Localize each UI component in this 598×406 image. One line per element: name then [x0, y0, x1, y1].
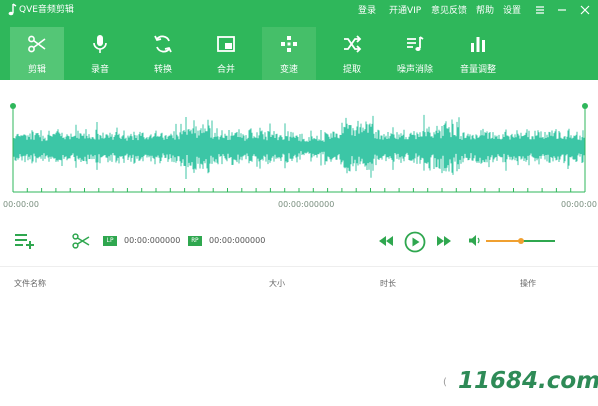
waveform-area[interactable]: 00:00:00 00:00:000000 00:00:00	[0, 80, 598, 220]
rp-time: 00:00:000000	[209, 236, 266, 245]
tool-noise-removal[interactable]: 噪声消除	[388, 27, 442, 80]
login-link[interactable]: 登录	[358, 5, 376, 17]
tool-label: 剪辑	[27, 65, 46, 75]
rewind-icon[interactable]	[379, 236, 393, 246]
waveform-signal	[13, 114, 585, 179]
ruler-ticks	[12, 188, 586, 192]
lp-time: 00:00:000000	[124, 236, 181, 245]
watermark: 11684.com	[458, 368, 598, 394]
tool-volume-adjust[interactable]: 音量调整	[451, 27, 505, 80]
volume-icon[interactable]	[469, 235, 481, 246]
menu-icon[interactable]	[533, 3, 547, 17]
vip-link[interactable]: 开通VIP	[389, 5, 421, 17]
app-title: QVE音频剪辑	[19, 5, 74, 15]
start-marker-handle[interactable]	[10, 103, 16, 109]
tool-merge[interactable]: 合并	[199, 27, 253, 80]
add-to-list-icon[interactable]	[14, 232, 36, 250]
tool-label: 提取	[342, 65, 361, 75]
microphone-icon	[93, 35, 107, 53]
volume-fill	[486, 240, 521, 242]
rp-tag[interactable]: RP	[188, 236, 202, 246]
settings-link[interactable]: 设置	[503, 5, 521, 17]
cut-scissors-icon[interactable]	[72, 233, 90, 249]
tool-speed[interactable]: 变速	[262, 27, 316, 80]
volume-adjust-icon	[471, 37, 485, 52]
time-start: 00:00:00	[3, 200, 39, 209]
speed-icon	[281, 36, 297, 52]
control-row: LP 00:00:000000 RP 00:00:000000	[0, 228, 598, 256]
merge-icon	[217, 36, 235, 52]
volume-knob[interactable]	[517, 238, 524, 244]
col-action: 操作	[520, 279, 536, 288]
extract-icon	[344, 35, 362, 53]
play-icon[interactable]	[404, 231, 426, 253]
tool-label: 音量调整	[459, 65, 496, 75]
music-note-icon	[8, 3, 17, 16]
fast-forward-icon[interactable]	[437, 236, 451, 246]
col-size: 大小	[269, 279, 285, 288]
main-toolbar: 剪辑 录音 转换 合并 变速 提取 噪声消除 音量调整	[0, 22, 598, 80]
tool-cut[interactable]: 剪辑	[10, 27, 64, 80]
tool-label: 转换	[153, 65, 172, 75]
tool-label: 录音	[90, 65, 109, 75]
convert-icon	[154, 35, 172, 53]
file-table-header: 文件名称 大小 时长 操作	[0, 266, 598, 297]
help-link[interactable]: 帮助	[476, 5, 494, 17]
minimize-icon[interactable]	[555, 3, 569, 17]
time-end: 00:00:00	[561, 200, 597, 209]
noise-removal-icon	[407, 36, 424, 51]
close-icon[interactable]	[578, 3, 592, 17]
title-bar: QVE音频剪辑 登录 开通VIP 意见反馈 帮助 设置	[0, 0, 598, 22]
end-marker-handle[interactable]	[582, 103, 588, 109]
feedback-link[interactable]: 意见反馈	[431, 5, 467, 17]
tool-record[interactable]: 录音	[73, 27, 127, 80]
volume-slider[interactable]	[486, 238, 555, 244]
tool-convert[interactable]: 转换	[136, 27, 190, 80]
col-file-name: 文件名称	[14, 279, 46, 288]
col-duration: 时长	[380, 279, 396, 288]
tool-extract[interactable]: 提取	[325, 27, 379, 80]
list-scroll-indicator[interactable]: (	[443, 377, 449, 399]
tool-label: 变速	[279, 65, 298, 75]
lp-tag[interactable]: LP	[103, 236, 117, 246]
tool-label: 噪声消除	[396, 65, 433, 75]
waveform[interactable]	[0, 80, 598, 200]
scissors-icon	[28, 35, 46, 53]
tool-label: 合并	[216, 65, 235, 75]
time-mid: 00:00:000000	[278, 200, 335, 209]
